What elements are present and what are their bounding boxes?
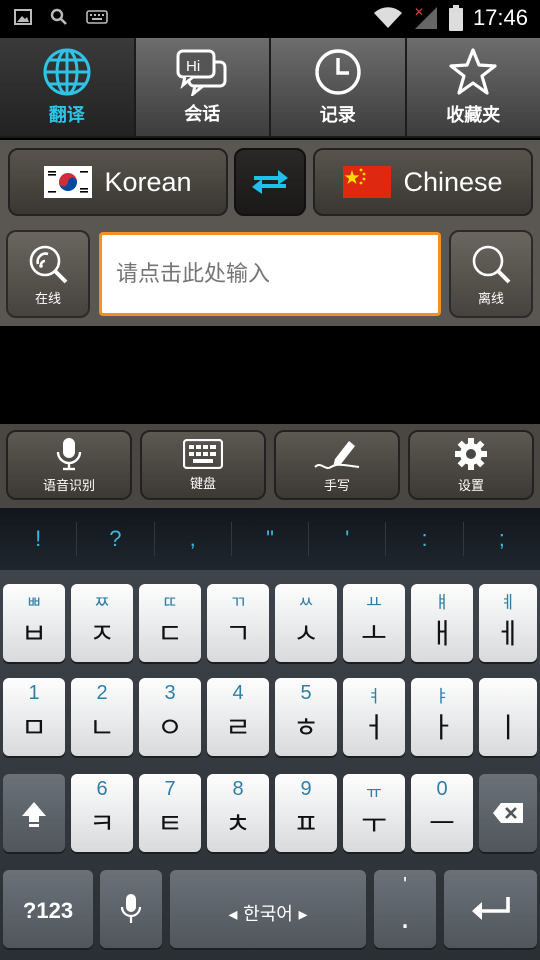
key[interactable]: ㅕㅓ [343, 678, 405, 756]
swap-arrows-icon [252, 170, 288, 194]
search-bar: 在线 离线 [0, 222, 540, 326]
translation-result-area [0, 326, 540, 424]
key[interactable]: 3ㅇ [139, 678, 201, 756]
tab-label: 记录 [319, 105, 356, 126]
tab-label: 收藏夹 [446, 105, 501, 126]
enter-key[interactable] [444, 870, 537, 948]
key[interactable]: ㅠㅜ [343, 774, 405, 852]
key[interactable]: ㅒㅐ [411, 584, 473, 662]
input-mode-bar: 语音识别 键盘 手写 设置 [0, 424, 540, 508]
mode-label: 语音识别 [42, 478, 95, 494]
key[interactable]: 4ㄹ [207, 678, 269, 756]
svg-text:Hi: Hi [186, 58, 200, 75]
shift-icon [22, 802, 46, 827]
search-icon [50, 8, 67, 25]
backspace-icon [493, 803, 523, 823]
suggestion-item[interactable]: ? [77, 522, 155, 556]
suggestion-item[interactable]: , [155, 522, 232, 556]
microphone-icon [56, 437, 82, 470]
enter-icon [472, 897, 510, 920]
status-bar: ✕ 17:46 [0, 0, 540, 38]
key[interactable]: ㅖㅔ [479, 584, 537, 662]
key[interactable]: ㅉㅈ [71, 584, 133, 662]
tab-translate[interactable]: 翻译 [0, 38, 136, 136]
mode-label: 设置 [457, 478, 484, 494]
online-search-icon [29, 245, 68, 283]
key[interactable]: 9ㅍ [275, 774, 337, 852]
settings-button[interactable]: 设置 [408, 430, 534, 500]
chat-bubble-icon: Hi [176, 49, 227, 96]
target-language-label: Chinese [403, 166, 503, 197]
target-language-button[interactable]: Chinese [313, 148, 533, 216]
keyboard-icon [86, 10, 108, 24]
handwriting-button[interactable]: 手写 [274, 430, 400, 500]
numbers-key[interactable]: ?123 [3, 870, 93, 948]
main-tabs: 翻译 Hi 会话 记录 收藏夹 [0, 38, 540, 138]
signal-icon: ✕ [414, 6, 437, 29]
suggestion-strip: ! ? , " ' : ; [0, 508, 540, 570]
key[interactable]: ㅃㅂ [3, 584, 65, 662]
key[interactable]: 6ㅋ [71, 774, 133, 852]
suggestion-item[interactable]: : [386, 522, 464, 556]
suggestion-item[interactable]: ; [464, 522, 540, 556]
tab-label: 会话 [184, 104, 221, 125]
clock-time: 17:46 [472, 5, 528, 30]
wifi-icon [373, 7, 402, 28]
microphone-icon [120, 894, 142, 923]
battery-icon [448, 5, 463, 31]
key[interactable]: 7ㅌ [139, 774, 201, 852]
tab-conversation[interactable]: Hi 会话 [135, 38, 271, 136]
key[interactable]: ㅣ [479, 678, 537, 756]
south-korea-flag-icon [44, 166, 93, 198]
gear-icon [455, 437, 487, 470]
shift-key[interactable] [3, 774, 65, 852]
tab-label: 翻译 [48, 105, 85, 126]
period-key[interactable]: ' . [374, 870, 436, 948]
space-key[interactable]: ◂ 한국어 ▸ [170, 870, 366, 948]
online-search-button[interactable]: 在线 [6, 230, 90, 318]
offline-label: 离线 [477, 291, 504, 307]
search-icon [472, 245, 511, 283]
korean-keyboard: ㅃㅂ ㅉㅈ ㄸㄷ ㄲㄱ ㅆㅅ ㅛㅗ ㅒㅐ ㅖㅔ 1ㅁ 2ㄴ 3ㅇ 4ㄹ 5ㅎ ㅕ… [0, 570, 540, 960]
offline-search-button[interactable]: 离线 [449, 230, 533, 318]
suggestion-item[interactable]: " [232, 522, 310, 556]
key[interactable]: 1ㅁ [3, 678, 65, 756]
keyboard-icon [183, 438, 223, 469]
china-flag-icon [343, 166, 392, 198]
key[interactable]: 0ㅡ [411, 774, 473, 852]
key[interactable]: ㅛㅗ [343, 584, 405, 662]
key[interactable]: ㄲㄱ [207, 584, 269, 662]
mode-label: 键盘 [189, 476, 216, 492]
swap-languages-button[interactable] [234, 148, 306, 216]
online-label: 在线 [34, 291, 61, 307]
suggestion-item[interactable]: ' [309, 522, 387, 556]
star-icon [449, 48, 497, 95]
pen-icon [314, 440, 360, 469]
gallery-icon [14, 9, 32, 25]
source-language-label: Korean [104, 166, 192, 197]
suggestion-item[interactable]: ! [0, 522, 78, 556]
voice-recognition-button[interactable]: 语音识别 [6, 430, 132, 500]
backspace-key[interactable] [479, 774, 537, 852]
key[interactable]: 8ㅊ [207, 774, 269, 852]
key[interactable]: 5ㅎ [275, 678, 337, 756]
svg-text:✕: ✕ [414, 6, 424, 19]
clock-icon [315, 49, 361, 95]
language-bar: Korean Chinese [0, 140, 540, 222]
source-language-button[interactable]: Korean [8, 148, 228, 216]
tab-history[interactable]: 记录 [271, 38, 407, 136]
key[interactable]: 2ㄴ [71, 678, 133, 756]
tab-favorites[interactable]: 收藏夹 [406, 38, 540, 136]
search-input[interactable] [99, 232, 441, 316]
voice-input-key[interactable] [100, 870, 162, 948]
mode-label: 手写 [323, 478, 350, 494]
key[interactable]: ㄸㄷ [139, 584, 201, 662]
globe-icon [43, 48, 91, 96]
key[interactable]: ㅆㅅ [275, 584, 337, 662]
key[interactable]: ㅑㅏ [411, 678, 473, 756]
keyboard-mode-button[interactable]: 键盘 [140, 430, 266, 500]
